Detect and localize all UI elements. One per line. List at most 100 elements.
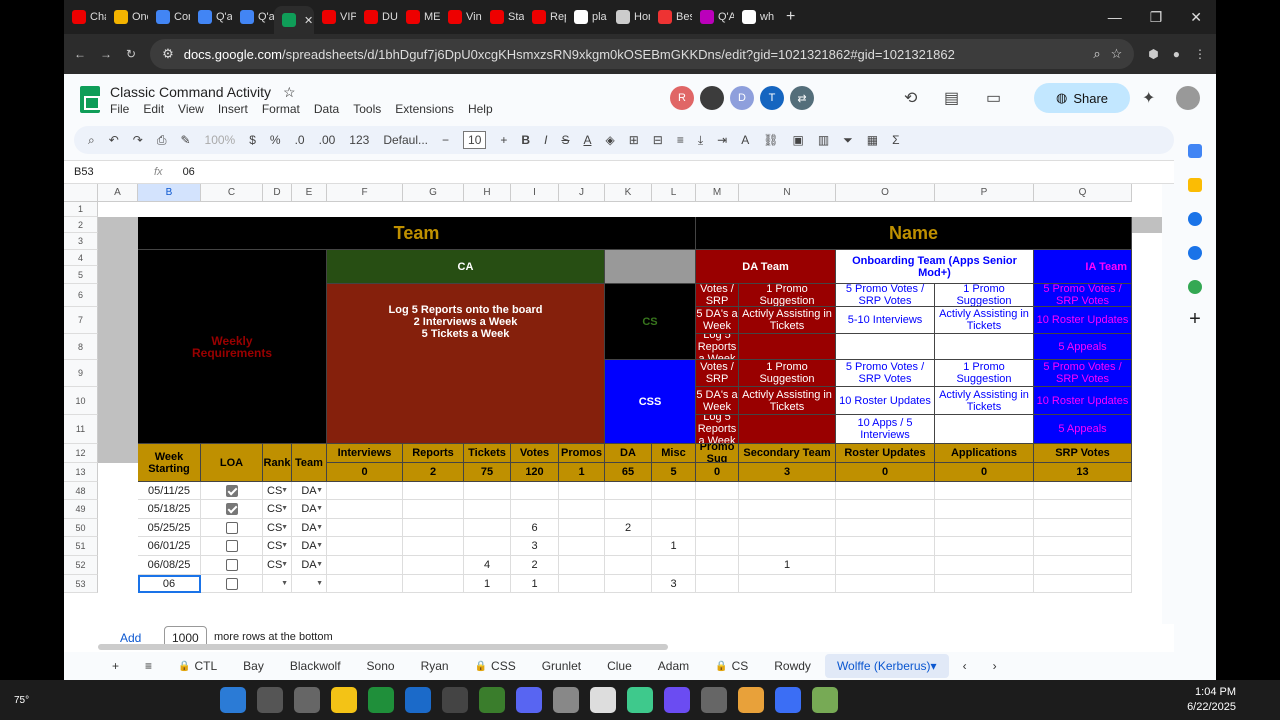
comments-icon[interactable]: ▤ <box>944 88 959 108</box>
week-cell[interactable]: 06 <box>138 575 201 593</box>
minimize-icon[interactable]: — <box>1108 9 1122 26</box>
dropdown-arrow-icon[interactable]: ▼ <box>316 485 323 497</box>
borders-icon[interactable]: ⊞ <box>629 133 639 147</box>
sheet-tab[interactable]: 🔒 CS <box>703 654 760 678</box>
row-header-9[interactable]: 9 <box>64 360 98 387</box>
team-cell[interactable]: DA ▼ <box>292 500 327 519</box>
loa-checkbox[interactable] <box>225 577 238 590</box>
dropdown-arrow-icon[interactable]: ▼ <box>281 578 288 590</box>
sheet-tab[interactable]: Bay <box>231 654 276 678</box>
filter-icon[interactable]: ⏷ <box>843 133 853 148</box>
da-cell[interactable] <box>605 482 652 500</box>
promos-cell[interactable] <box>559 537 605 556</box>
promos-cell[interactable] <box>559 575 605 593</box>
rank-cell[interactable]: CS ▼ <box>263 482 292 500</box>
secondary-cell[interactable] <box>739 575 836 593</box>
team-cell[interactable]: DA ▼ <box>292 519 327 537</box>
add-addon-icon[interactable]: + <box>1174 308 1216 331</box>
da-cell[interactable]: 2 <box>605 519 652 537</box>
menu-data[interactable]: Data <box>314 102 339 116</box>
browser-tab[interactable]: pla <box>566 3 608 31</box>
promo_sug-cell[interactable] <box>696 575 739 593</box>
column-header-Q[interactable]: Q <box>1034 184 1132 202</box>
rank-cell[interactable]: ▼ <box>263 575 292 593</box>
app-icon[interactable] <box>738 687 765 713</box>
column-header-J[interactable]: J <box>559 184 605 202</box>
collaborator-more-icon[interactable]: ⇄ <box>790 86 814 110</box>
menu-insert[interactable]: Insert <box>218 102 248 116</box>
fill-color-icon[interactable]: ◈ <box>605 133 614 147</box>
collaborator-avatar[interactable]: T <box>760 86 784 110</box>
sheet-tab[interactable]: Wolffe (Kerberus) ▾ <box>824 654 949 678</box>
minecraft-icon[interactable] <box>479 687 506 713</box>
bold-icon[interactable]: B <box>521 133 530 147</box>
da-cell[interactable] <box>605 556 652 575</box>
dropdown-arrow-icon[interactable]: ▼ <box>281 559 288 571</box>
extensions-icon[interactable]: ⬢ <box>1148 47 1158 61</box>
tickets-cell[interactable] <box>464 537 511 556</box>
interviews-cell[interactable] <box>327 482 403 500</box>
loa-cell[interactable] <box>201 537 263 556</box>
loa-cell[interactable] <box>201 575 263 593</box>
sheet-tab[interactable]: Ryan <box>409 654 461 678</box>
roster-cell[interactable] <box>836 575 935 593</box>
promos-cell[interactable] <box>559 500 605 519</box>
loa-cell[interactable] <box>201 482 263 500</box>
strikethrough-icon[interactable]: S <box>561 133 569 147</box>
dropdown-arrow-icon[interactable]: ▼ <box>281 503 288 515</box>
roster-cell[interactable] <box>836 500 935 519</box>
font-size-increase-icon[interactable]: + <box>500 133 507 147</box>
file-explorer-icon[interactable] <box>331 687 358 713</box>
history-icon[interactable]: ⟲ <box>904 88 917 108</box>
zoom-select[interactable]: 100% <box>205 133 236 147</box>
font-select[interactable]: Defaul... <box>383 133 428 147</box>
chart-icon[interactable]: ▥ <box>818 133 829 147</box>
menu-file[interactable]: File <box>110 102 129 116</box>
number-format-button[interactable]: 123 <box>349 133 369 147</box>
tasks-icon[interactable] <box>1188 212 1202 226</box>
row-header-13[interactable]: 13 <box>64 463 98 482</box>
italic-icon[interactable]: I <box>544 133 547 147</box>
column-header-C[interactable]: C <box>201 184 263 202</box>
font-size-input[interactable]: 10 <box>463 131 487 149</box>
text-color-icon[interactable]: A <box>583 133 591 147</box>
font-size-decrease-icon[interactable]: − <box>442 133 449 147</box>
app-icon[interactable] <box>553 687 580 713</box>
row-header-48[interactable]: 48 <box>64 482 98 500</box>
decrease-decimal-button[interactable]: .0 <box>295 133 305 147</box>
browser-tab[interactable]: Sta <box>482 3 524 31</box>
row-header-12[interactable]: 12 <box>64 444 98 463</box>
interviews-cell[interactable] <box>327 519 403 537</box>
valign-icon[interactable]: ⤓ <box>698 133 703 148</box>
menu-view[interactable]: View <box>178 102 204 116</box>
row-header-11[interactable]: 11 <box>64 415 98 444</box>
column-header-G[interactable]: G <box>403 184 464 202</box>
reload-icon[interactable]: ↻ <box>126 47 136 61</box>
promo_sug-cell[interactable] <box>696 519 739 537</box>
sheets-logo-icon[interactable] <box>80 86 100 113</box>
interviews-cell[interactable] <box>327 556 403 575</box>
promos-cell[interactable] <box>559 482 605 500</box>
column-header-L[interactable]: L <box>652 184 696 202</box>
promo_sug-cell[interactable] <box>696 556 739 575</box>
row-header-51[interactable]: 51 <box>64 537 98 556</box>
browser-tab[interactable]: ✕ <box>274 6 314 34</box>
sheet-tab[interactable]: 🔒 CSS <box>463 654 528 678</box>
reports-cell[interactable] <box>403 575 464 593</box>
functions-icon[interactable]: Σ <box>892 133 899 147</box>
browser-tab[interactable]: Bes <box>650 3 692 31</box>
srp-cell[interactable] <box>1034 519 1132 537</box>
secondary-cell[interactable] <box>739 519 836 537</box>
document-title[interactable]: Classic Command Activity ☆ <box>110 84 296 101</box>
column-header-P[interactable]: P <box>935 184 1034 202</box>
misc-cell[interactable] <box>652 519 696 537</box>
sheet-menu-icon[interactable]: ▾ <box>931 659 937 673</box>
sheet-tab[interactable]: Blackwolf <box>278 654 353 678</box>
collaborator-avatar[interactable] <box>700 86 724 110</box>
misc-cell[interactable]: 1 <box>652 537 696 556</box>
sheet-tab[interactable]: Clue <box>595 654 644 678</box>
row-header-5[interactable]: 5 <box>64 266 98 284</box>
promos-cell[interactable] <box>559 556 605 575</box>
collaborator-avatar[interactable]: R <box>670 86 694 110</box>
dropdown-arrow-icon[interactable]: ▼ <box>316 503 323 515</box>
